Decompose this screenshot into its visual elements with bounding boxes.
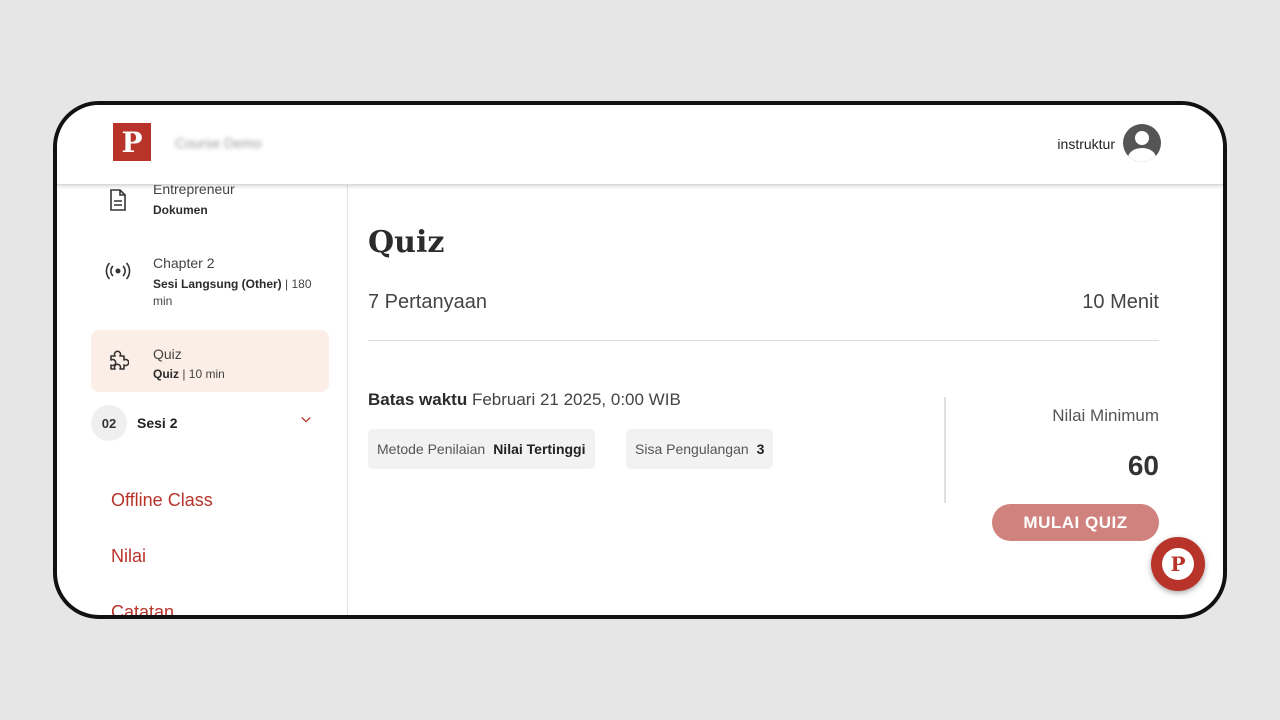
fab-letter: P xyxy=(1170,552,1186,576)
deadline-value: Februari 21 2025, 0:00 WIB xyxy=(471,390,681,409)
divider xyxy=(368,340,1159,341)
start-quiz-button[interactable]: MULAI QUIZ xyxy=(992,504,1159,541)
remaining-attempts-chip: Sisa Pengulangan 3 xyxy=(626,429,774,469)
main-content: Quiz 7 Pertanyaan 10 Menit Batas waktu F… xyxy=(349,185,1223,615)
sidebar-item-title: Chapter 2 xyxy=(153,255,215,271)
page-title: Quiz xyxy=(368,225,445,260)
sidebar-item-entrepreneur[interactable]: Entrepreneur Dokumen xyxy=(91,185,329,231)
question-count: 7 Pertanyaan xyxy=(368,291,487,313)
top-header: P Course Demo instruktur xyxy=(57,105,1223,185)
sidebar-item-title: Entrepreneur xyxy=(153,185,235,197)
quiz-duration: 10 Menit xyxy=(1082,291,1159,313)
sidebar-link-offline-class[interactable]: Offline Class xyxy=(111,490,213,511)
chat-fab[interactable]: P xyxy=(1151,537,1205,591)
logo-letter: P xyxy=(121,125,143,159)
session-toggle[interactable]: 02 Sesi 2 xyxy=(91,405,329,441)
sidebar-item-meta: Dokumen xyxy=(153,202,323,219)
vertical-divider xyxy=(944,397,946,503)
sidebar-item-type: Quiz xyxy=(153,367,179,381)
session-label: Sesi 2 xyxy=(137,415,178,431)
sidebar-link-catatan[interactable]: Catatan xyxy=(111,602,174,615)
session-number: 02 xyxy=(91,405,127,441)
sidebar-item-chapter-2[interactable]: Chapter 2 Sesi Langsung (Other) | 180 mi… xyxy=(91,255,329,315)
user-name[interactable]: instruktur xyxy=(1057,136,1115,152)
broadcast-icon xyxy=(105,261,131,283)
app-window: P Course Demo instruktur Entrepreneur Do… xyxy=(53,101,1227,619)
sidebar-item-meta: Quiz | 10 min xyxy=(153,366,323,383)
grading-method-value: Nilai Tertinggi xyxy=(493,441,586,457)
sidebar: Entrepreneur Dokumen Chapter 2 Sesi Lang… xyxy=(57,185,348,615)
grading-method-label: Metode Penilaian xyxy=(377,441,486,457)
brand-logo[interactable]: P xyxy=(113,123,151,161)
puzzle-icon xyxy=(107,350,130,372)
course-title: Course Demo xyxy=(175,135,262,151)
min-score-value: 60 xyxy=(1127,450,1159,481)
sidebar-item-meta: Sesi Langsung (Other) | 180 min xyxy=(153,276,323,310)
sidebar-item-detail: | 10 min xyxy=(179,367,225,381)
deadline-label: Batas waktu xyxy=(368,390,468,409)
avatar-head xyxy=(1135,131,1149,145)
avatar[interactable] xyxy=(1123,124,1161,162)
document-icon xyxy=(107,189,129,211)
sidebar-item-title: Quiz xyxy=(153,346,182,362)
sidebar-item-type: Sesi Langsung (Other) xyxy=(153,277,282,291)
remaining-attempts-value: 3 xyxy=(756,441,765,457)
sidebar-item-quiz[interactable]: Quiz Quiz | 10 min xyxy=(91,330,329,392)
brand-chat-icon: P xyxy=(1162,548,1194,580)
remaining-attempts-label: Sisa Pengulangan xyxy=(635,441,749,457)
chevron-down-icon xyxy=(301,417,311,423)
avatar-body xyxy=(1128,148,1156,162)
sidebar-item-type: Dokumen xyxy=(153,203,208,217)
sidebar-link-nilai[interactable]: Nilai xyxy=(111,546,146,567)
min-score-label: Nilai Minimum xyxy=(1052,406,1159,425)
deadline: Batas waktu Februari 21 2025, 0:00 WIB xyxy=(368,390,681,410)
grading-method-chip: Metode Penilaian Nilai Tertinggi xyxy=(368,429,595,469)
